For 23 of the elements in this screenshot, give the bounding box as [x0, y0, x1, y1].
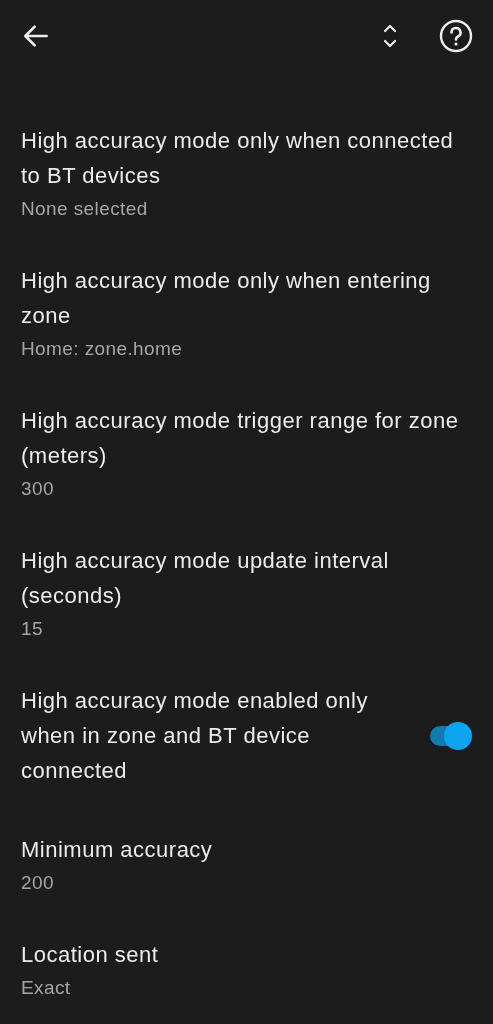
setting-summary: 15 — [21, 617, 44, 641]
setting-summary: Exact — [21, 976, 72, 1000]
setting-title: High accuracy mode only when connected to BT devices — [21, 127, 455, 190]
setting-summary: None selected — [21, 197, 149, 221]
setting-item[interactable]: Minimum accuracy 200 — [0, 813, 493, 918]
setting-item[interactable]: High accuracy mode enabled only when in zone and BT device connected — [0, 664, 493, 813]
setting-item[interactable]: High accuracy mode only when entering zone Home: zone.home — [0, 244, 493, 384]
setting-item[interactable]: Location sent Exact — [0, 918, 493, 1023]
help-icon[interactable] — [439, 19, 473, 53]
setting-title: High accuracy mode enabled only when in zone and BT device connected — [21, 687, 369, 785]
expand-collapse-icon[interactable] — [381, 22, 399, 50]
setting-summary: 200 — [21, 871, 55, 895]
setting-title: High accuracy mode update interval (seconds) — [21, 547, 390, 610]
setting-summary: 300 — [21, 477, 55, 501]
setting-title: High accuracy mode trigger range for zone (meters) — [21, 407, 460, 470]
setting-item[interactable]: High accuracy mode only when connected to BT devices None selected — [0, 104, 493, 244]
setting-title: High accuracy mode only when entering zone — [21, 267, 432, 330]
setting-title: Location sent — [21, 941, 160, 969]
setting-title: Minimum accuracy — [21, 836, 214, 864]
setting-item[interactable]: High accuracy mode update interval (seconds) 15 — [0, 524, 493, 664]
setting-item[interactable]: High accuracy mode trigger range for zone (meters) 300 — [0, 384, 493, 524]
toggle-switch[interactable] — [428, 721, 472, 750]
setting-summary: Home: zone.home — [21, 337, 184, 361]
